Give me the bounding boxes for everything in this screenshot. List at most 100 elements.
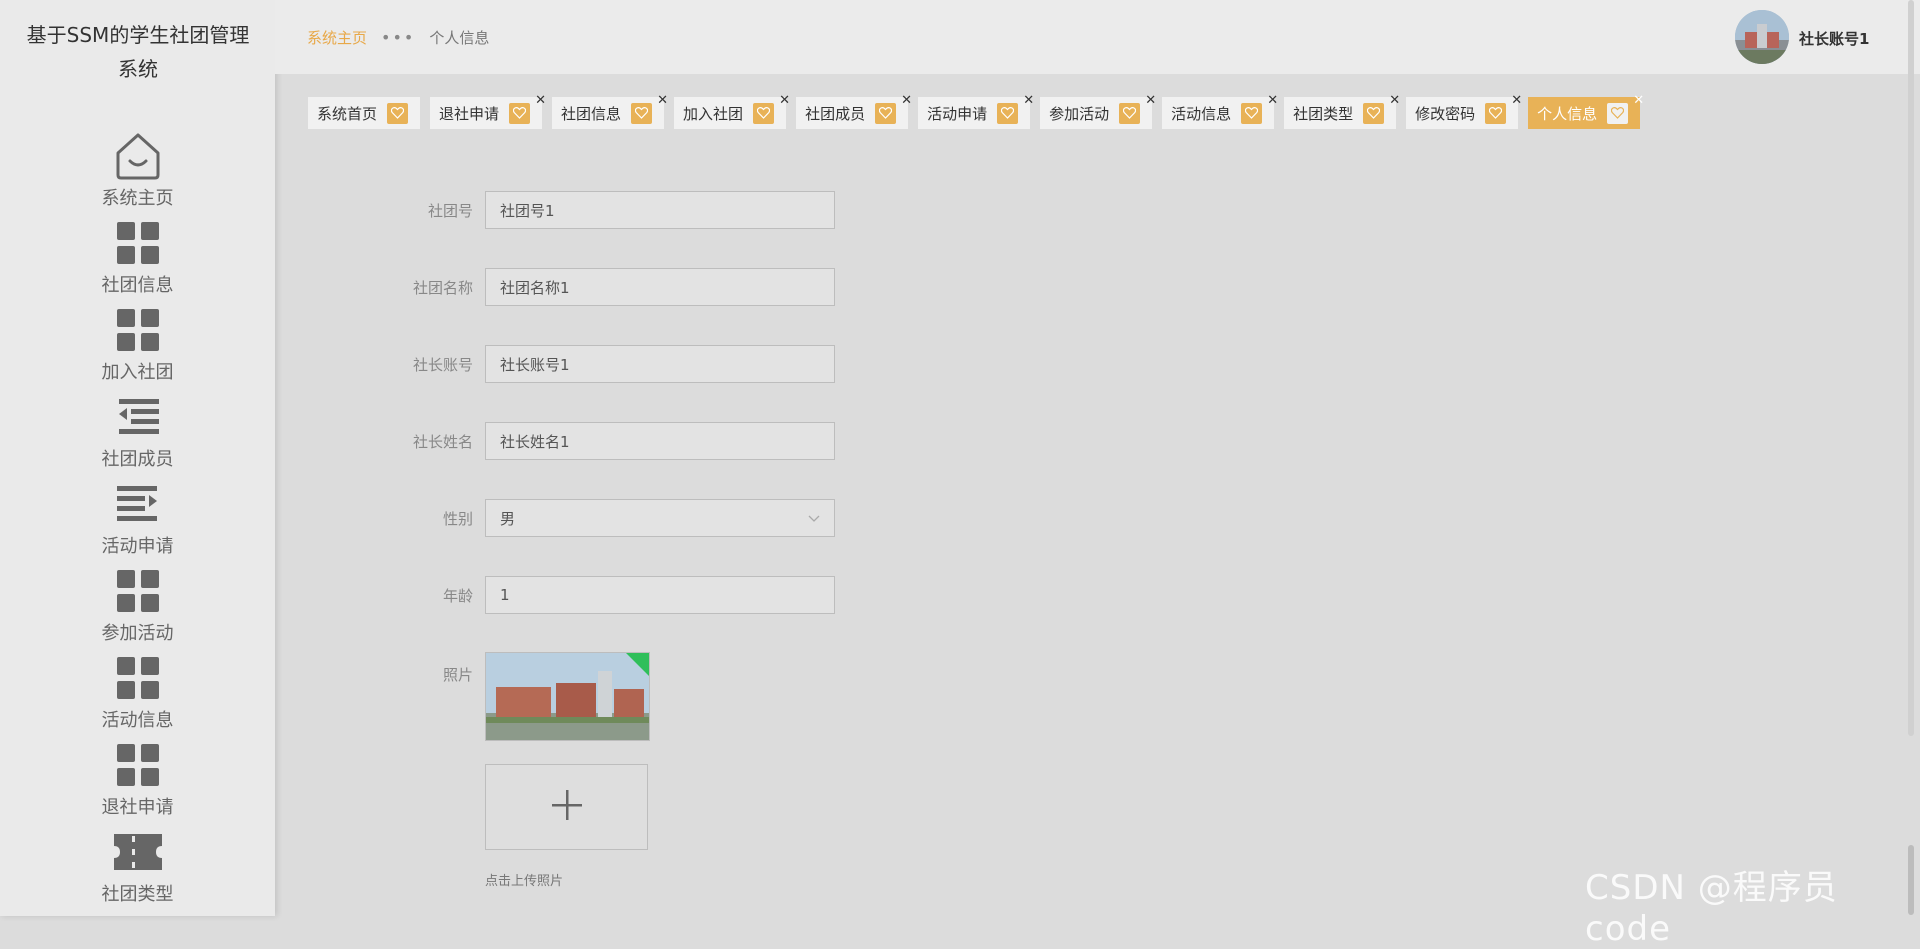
tab-change-password[interactable]: 修改密码 ✕: [1406, 94, 1522, 129]
user-name[interactable]: 社长账号1: [1799, 28, 1869, 49]
sidebar-item-join-activity[interactable]: 参加活动: [0, 565, 275, 645]
president-account-field[interactable]: 社长账号1: [485, 345, 835, 383]
age-field[interactable]: 1: [485, 576, 835, 614]
sidebar-item-activity-info[interactable]: 活动信息: [0, 652, 275, 732]
close-icon[interactable]: ✕: [1511, 94, 1522, 107]
scrollbar-thumb[interactable]: [1908, 845, 1914, 915]
sidebar-item-home[interactable]: 系统主页: [0, 130, 275, 210]
tab-profile[interactable]: 个人信息 ✕: [1528, 94, 1644, 129]
club-name-field[interactable]: 社团名称1: [485, 268, 835, 306]
tab-label: 退社申请: [439, 104, 500, 123]
sidebar-item-quit-apply[interactable]: 退社申请: [0, 739, 275, 819]
sidebar-item-label: 社团成员: [101, 449, 174, 470]
sidebar-item-label: 加入社团: [101, 362, 174, 383]
form-row-president-account: 社长账号 社长账号1: [385, 344, 835, 384]
club-id-field[interactable]: 社团号1: [485, 191, 835, 229]
tab-label: 修改密码: [1415, 104, 1476, 123]
heart-icon: [1363, 102, 1385, 124]
sidebar-item-club-info[interactable]: 社团信息: [0, 217, 275, 297]
tab-bar: 系统首页 退社申请 ✕ 社团信息 ✕ 加入社团 ✕ 社团成员 ✕ 活动申请 ✕ …: [308, 94, 1644, 129]
grid-icon: [112, 654, 164, 702]
avatar[interactable]: [1735, 10, 1789, 64]
breadcrumb-separator: •••: [381, 28, 416, 47]
tab-home[interactable]: 系统首页: [308, 97, 421, 129]
tab-quit-apply[interactable]: 退社申请 ✕: [430, 94, 546, 129]
scrollbar[interactable]: [1906, 0, 1916, 916]
heart-icon: [1485, 102, 1507, 124]
close-icon[interactable]: ✕: [1267, 94, 1278, 107]
upload-photo-button[interactable]: [485, 764, 648, 850]
home-icon: [112, 132, 164, 180]
chevron-down-icon: [808, 509, 820, 527]
field-label: 社长账号: [412, 355, 473, 374]
tab-join-activity[interactable]: 参加活动 ✕: [1040, 94, 1156, 129]
heart-icon: [875, 102, 897, 124]
form-row-club-id: 社团号 社团号1: [385, 190, 835, 230]
sidebar-item-club-members[interactable]: 社团成员: [0, 391, 275, 471]
ticket-icon: [112, 828, 164, 876]
gender-select-value: 男: [500, 509, 516, 528]
tab-label: 参加活动: [1049, 104, 1110, 123]
tab-club-info[interactable]: 社团信息 ✕: [552, 94, 668, 129]
tab-activity-apply[interactable]: 活动申请 ✕: [918, 94, 1034, 129]
sidebar-item-join-club[interactable]: 加入社团: [0, 304, 275, 384]
outdent-icon: [112, 480, 164, 528]
close-icon[interactable]: ✕: [779, 94, 790, 107]
tab-join-club[interactable]: 加入社团 ✕: [674, 94, 790, 129]
tab-label: 系统首页: [317, 104, 378, 123]
heart-icon: [997, 102, 1019, 124]
close-icon[interactable]: ✕: [1023, 94, 1034, 107]
form-row-president-name: 社长姓名 社长姓名1: [385, 421, 835, 461]
form-row-photo: 照片: [385, 652, 485, 692]
heart-icon: [1241, 102, 1263, 124]
field-label: 社团名称: [412, 278, 473, 297]
heart-icon: [631, 102, 653, 124]
close-icon[interactable]: ✕: [535, 94, 546, 107]
tab-activity-info[interactable]: 活动信息 ✕: [1162, 94, 1278, 129]
tab-label: 社团信息: [561, 104, 622, 123]
field-label: 性别: [442, 509, 473, 528]
sidebar: 基于SSM的学生社团管理系统 系统主页 社团信息 加入社团 社团成员 活动申请: [0, 0, 275, 916]
indent-icon: [112, 393, 164, 441]
close-icon[interactable]: ✕: [1389, 94, 1400, 107]
watermark: CSDN @程序员code: [1585, 868, 1838, 949]
tab-label: 活动申请: [927, 104, 988, 123]
breadcrumb: 系统主页 ••• 个人信息: [307, 27, 489, 48]
sidebar-item-label: 社团信息: [101, 275, 174, 296]
scrollbar-track: [1908, 0, 1914, 736]
sidebar-item-label: 退社申请: [101, 797, 174, 818]
breadcrumb-current: 个人信息: [429, 29, 490, 47]
form-row-club-name: 社团名称 社团名称1: [385, 267, 835, 307]
tab-club-type[interactable]: 社团类型 ✕: [1284, 94, 1400, 129]
tab-label: 个人信息: [1537, 104, 1598, 123]
heart-icon: [509, 102, 531, 124]
close-icon[interactable]: ✕: [901, 94, 912, 107]
heart-icon: [1607, 102, 1629, 124]
grid-icon: [112, 306, 164, 354]
plus-icon: [551, 789, 583, 826]
sidebar-item-club-type[interactable]: 社团类型: [0, 826, 275, 906]
grid-icon: [112, 567, 164, 615]
close-icon[interactable]: ✕: [1633, 94, 1644, 107]
tab-label: 加入社团: [683, 104, 744, 123]
tab-club-members[interactable]: 社团成员 ✕: [796, 94, 912, 129]
grid-icon: [112, 219, 164, 267]
sidebar-item-label: 系统主页: [101, 188, 174, 209]
tab-label: 社团类型: [1293, 104, 1354, 123]
field-label: 社团号: [427, 201, 473, 220]
heart-icon: [753, 102, 775, 124]
sidebar-item-label: 参加活动: [101, 623, 174, 644]
field-label: 社长姓名: [412, 432, 473, 451]
sidebar-item-activity-apply[interactable]: 活动申请: [0, 478, 275, 558]
gender-select[interactable]: 男: [485, 499, 835, 537]
tab-label: 社团成员: [805, 104, 866, 123]
grid-icon: [112, 741, 164, 789]
sidebar-item-label: 活动申请: [101, 536, 174, 557]
heart-icon: [1119, 102, 1141, 124]
close-icon[interactable]: ✕: [657, 94, 668, 107]
system-title: 基于SSM的学生社团管理系统: [26, 23, 250, 81]
breadcrumb-home[interactable]: 系统主页: [307, 27, 367, 48]
president-name-field[interactable]: 社长姓名1: [485, 422, 835, 460]
close-icon[interactable]: ✕: [1145, 94, 1156, 107]
photo-thumbnail[interactable]: [485, 652, 650, 741]
